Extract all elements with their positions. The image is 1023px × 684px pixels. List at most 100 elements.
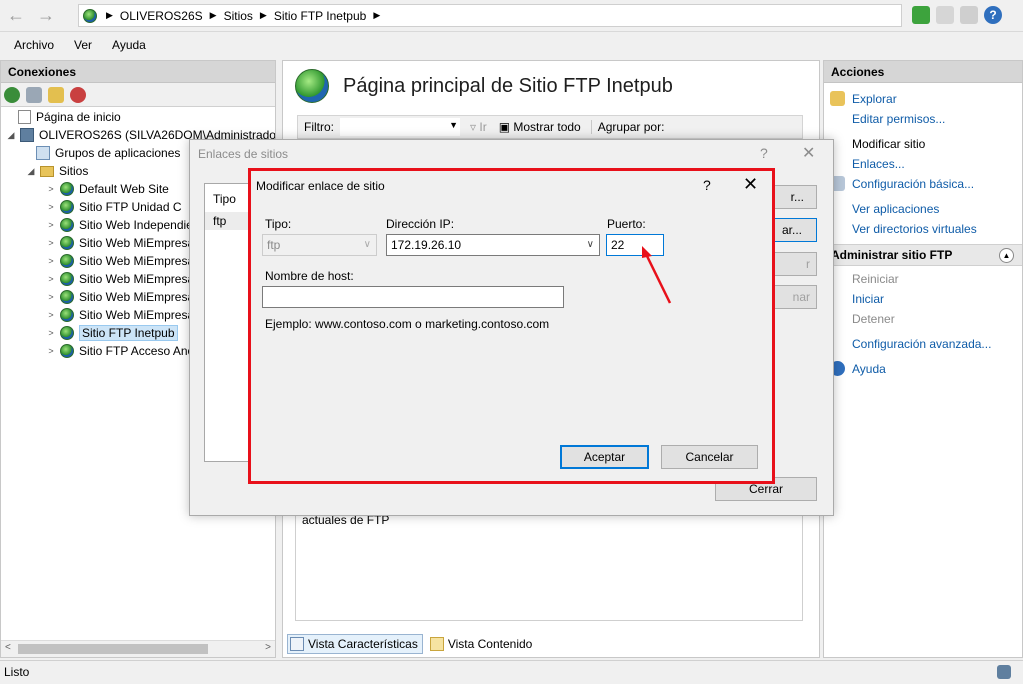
chevron-right-icon: ▶ bbox=[373, 10, 381, 20]
content-view-icon bbox=[429, 637, 444, 651]
breadcrumb-site[interactable]: Sitio FTP Inetpub bbox=[274, 9, 367, 23]
ok-button[interactable]: Aceptar bbox=[560, 445, 649, 469]
action-basic-settings[interactable]: Configuración básica... bbox=[852, 177, 974, 191]
expand-arrow-icon[interactable]: > bbox=[45, 256, 57, 266]
action-view-virtual-directories[interactable]: Ver directorios virtuales bbox=[852, 222, 977, 236]
globe-icon bbox=[60, 200, 74, 214]
tab-content-view[interactable]: Vista Contenido bbox=[427, 634, 538, 654]
tree-item-site[interactable]: > Sitio Web MiEmpresa bbox=[45, 234, 194, 252]
bindings-list[interactable]: Tipo ftp bbox=[204, 183, 252, 462]
action-help[interactable]: Ayuda bbox=[852, 362, 886, 376]
connections-title: Conexiones bbox=[1, 61, 275, 83]
home-icon[interactable] bbox=[960, 6, 978, 24]
dialog-title: Modificar enlace de sitio bbox=[256, 179, 385, 193]
tree-item-site[interactable]: > Sitio Web MiEmpresa bbox=[45, 270, 194, 288]
save-icon[interactable] bbox=[26, 86, 42, 103]
action-restart: Reiniciar bbox=[852, 272, 899, 286]
expand-arrow-icon[interactable]: > bbox=[45, 274, 57, 284]
tree-item-home[interactable]: Página de inicio bbox=[15, 108, 121, 126]
cancel-button[interactable]: Cancelar bbox=[661, 445, 758, 469]
chevron-right-icon: ▶ bbox=[259, 10, 267, 20]
tree-item-site[interactable]: > Sitio FTP Acceso Anó bbox=[45, 342, 194, 360]
expand-arrow-icon[interactable]: > bbox=[45, 220, 57, 230]
port-label: Puerto: bbox=[607, 217, 646, 231]
filter-bar: Filtro: ▼ ▿ Ir ▣ Mostrar todo Agrupar po… bbox=[297, 115, 803, 139]
breadcrumb-server[interactable]: OLIVEROS26S bbox=[120, 9, 203, 23]
collapse-icon[interactable]: ▲ bbox=[999, 248, 1014, 263]
folder-icon bbox=[40, 165, 54, 177]
tree-item-site[interactable]: > Sitio FTP Unidad C bbox=[45, 198, 182, 216]
tree-item-sites[interactable]: ◢ Sitios bbox=[25, 162, 89, 180]
chevron-right-icon: ▶ bbox=[106, 10, 113, 20]
close-icon[interactable]: ✕ bbox=[743, 174, 758, 195]
tree-item-site[interactable]: > Sitio Web MiEmpresa bbox=[45, 306, 194, 324]
menu-help[interactable]: Ayuda bbox=[112, 38, 146, 52]
ftp-manage-section[interactable]: Administrar sitio FTP ▲ bbox=[824, 244, 1022, 266]
tree-item-site[interactable]: > Sitio Web Independie bbox=[45, 216, 193, 234]
ip-address-label: Dirección IP: bbox=[386, 217, 455, 231]
menu-view[interactable]: Ver bbox=[74, 38, 92, 52]
stop-icon[interactable] bbox=[936, 6, 954, 24]
breadcrumb-sites[interactable]: Sitios bbox=[224, 9, 253, 23]
back-icon[interactable]: ← bbox=[4, 6, 28, 26]
expand-arrow-icon[interactable]: > bbox=[45, 292, 57, 302]
binding-row[interactable]: ftp bbox=[205, 212, 251, 230]
host-name-label: Nombre de host: bbox=[265, 269, 354, 283]
host-name-input[interactable] bbox=[262, 286, 564, 308]
globe-icon bbox=[60, 254, 74, 268]
chevron-down-icon[interactable]: ∨ bbox=[587, 235, 594, 255]
action-bindings[interactable]: Enlaces... bbox=[852, 157, 905, 171]
action-explore[interactable]: Explorar bbox=[852, 92, 897, 106]
features-content: actuales de FTP bbox=[295, 506, 803, 621]
connect-icon[interactable] bbox=[4, 86, 20, 103]
explore-icon bbox=[830, 91, 845, 106]
tree-item-site[interactable]: > Sitio Web MiEmpresa bbox=[45, 288, 194, 306]
ip-address-select[interactable]: 172.19.26.10 ∨ bbox=[386, 234, 600, 256]
horizontal-scrollbar[interactable]: < > bbox=[1, 640, 275, 657]
connections-toolbar bbox=[1, 83, 275, 107]
forward-icon[interactable]: → bbox=[34, 6, 58, 26]
expand-arrow-icon[interactable]: > bbox=[45, 238, 57, 248]
scrollbar-thumb[interactable] bbox=[18, 644, 208, 654]
globe-icon bbox=[60, 290, 74, 304]
show-all-button[interactable]: ▣ Mostrar todo bbox=[499, 120, 581, 134]
expand-arrow-icon[interactable]: > bbox=[45, 346, 57, 356]
edit-site-binding-dialog: Modificar enlace de sitio ? ✕ Tipo: ftp … bbox=[248, 168, 775, 484]
collapse-arrow-icon[interactable]: ◢ bbox=[25, 166, 37, 177]
disconnect-icon[interactable] bbox=[70, 86, 86, 103]
globe-icon bbox=[60, 326, 74, 340]
chevron-down-icon[interactable]: ▼ bbox=[449, 120, 458, 130]
up-folder-icon[interactable] bbox=[48, 86, 64, 103]
help-icon[interactable]: ? bbox=[760, 145, 768, 161]
menu-file[interactable]: Archivo bbox=[14, 38, 54, 52]
address-bar[interactable]: ▶ OLIVEROS26S ▶ Sitios ▶ Sitio FTP Inetp… bbox=[78, 4, 902, 27]
close-icon[interactable]: ✕ bbox=[802, 143, 815, 163]
tree-item-site[interactable]: > Default Web Site bbox=[45, 180, 169, 198]
refresh-icon[interactable] bbox=[912, 6, 930, 24]
view-tabs: Vista Características Vista Contenido bbox=[287, 634, 537, 654]
status-text: Listo bbox=[4, 665, 30, 679]
column-header-type[interactable]: Tipo bbox=[213, 192, 236, 206]
tree-item-site-selected[interactable]: > Sitio FTP Inetpub bbox=[45, 324, 178, 342]
action-edit-permissions[interactable]: Editar permisos... bbox=[852, 112, 945, 126]
scroll-right-icon[interactable]: > bbox=[265, 642, 271, 653]
action-start[interactable]: Iniciar bbox=[852, 292, 884, 306]
globe-icon bbox=[60, 344, 74, 358]
expand-arrow-icon[interactable]: > bbox=[45, 184, 57, 194]
expand-arrow-icon[interactable]: > bbox=[45, 202, 57, 212]
action-view-applications[interactable]: Ver aplicaciones bbox=[852, 202, 939, 216]
help-icon[interactable]: ? bbox=[703, 177, 711, 193]
action-advanced-settings[interactable]: Configuración avanzada... bbox=[852, 337, 991, 351]
collapse-arrow-icon[interactable]: ◢ bbox=[5, 130, 17, 141]
status-bar: Listo bbox=[0, 660, 1023, 684]
filter-input[interactable]: ▼ bbox=[340, 118, 460, 136]
tree-item-site[interactable]: > Sitio Web MiEmpresa bbox=[45, 252, 194, 270]
tree-item-app-pools[interactable]: Grupos de aplicaciones bbox=[33, 144, 180, 162]
go-button[interactable]: ▿ Ir bbox=[470, 120, 487, 134]
expand-arrow-icon[interactable]: > bbox=[45, 328, 57, 338]
group-by-label[interactable]: Agrupar por: bbox=[590, 120, 664, 134]
expand-arrow-icon[interactable]: > bbox=[45, 310, 57, 320]
tab-features-view[interactable]: Vista Características bbox=[287, 634, 423, 654]
scroll-left-icon[interactable]: < bbox=[5, 642, 11, 653]
help-icon[interactable]: ? bbox=[984, 6, 1002, 24]
